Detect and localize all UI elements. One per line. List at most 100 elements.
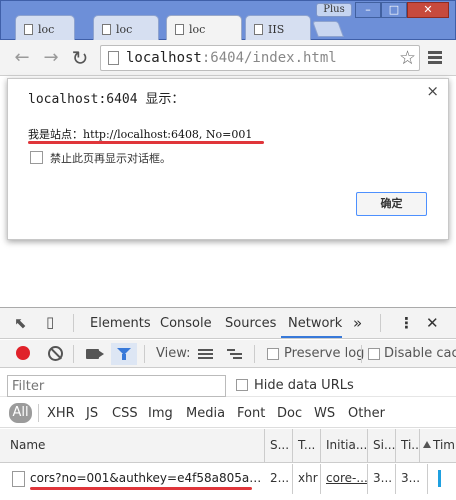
column-time[interactable]: Ti... (396, 429, 420, 463)
column-type[interactable]: T... (293, 429, 321, 463)
browser-toolbar: ← → ↻ localhost:6404/index.html ☆ (0, 40, 456, 76)
tab-label: loc (38, 22, 55, 36)
browser-tab-3-active[interactable]: loc (166, 15, 242, 42)
active-tab-indicator (281, 336, 342, 338)
network-toolbar: View: Preserve log Disable cac (0, 340, 456, 368)
waterfall-bar (438, 470, 441, 487)
suppress-dialogs-label: 禁止此页再显示对话框。 (50, 152, 171, 165)
page-icon (254, 23, 263, 35)
table-row[interactable]: cors?no=001&authkey=e4f58a805a6e1fd... 2… (0, 464, 456, 494)
overview-icon[interactable] (227, 349, 242, 359)
separator (380, 314, 381, 332)
alert-dialog: localhost:6404 显示： × 我是站点：http://localho… (7, 78, 449, 240)
dialog-close-icon[interactable]: × (426, 82, 439, 100)
disable-cache-label: Disable cac (384, 346, 456, 361)
minimize-button[interactable]: – (355, 2, 381, 18)
column-size[interactable]: Si... (368, 429, 396, 463)
large-rows-icon[interactable] (198, 349, 213, 359)
browser-title-bar: loc loc loc IIS Plus – □ ✕ (0, 0, 456, 42)
filter-toggle-button[interactable] (111, 343, 137, 365)
suppress-dialogs-checkbox[interactable] (30, 151, 43, 164)
url-host: localhost (126, 50, 202, 66)
separator (38, 404, 39, 422)
column-name[interactable]: Name (5, 429, 265, 463)
separator (361, 345, 362, 363)
separator (254, 345, 255, 363)
type-filter-font[interactable]: Font (237, 406, 265, 421)
hide-data-urls-checkbox[interactable] (236, 379, 248, 391)
device-toolbar-icon[interactable]: ▯ (46, 313, 54, 331)
devtools-close-icon[interactable]: ✕ (426, 314, 439, 332)
forward-arrow-icon[interactable]: → (40, 47, 62, 69)
type-filter-other[interactable]: Other (348, 406, 385, 421)
new-tab-button[interactable] (312, 21, 344, 37)
disable-cache-checkbox[interactable] (368, 348, 380, 360)
capture-screenshots-icon[interactable] (86, 349, 104, 359)
request-type: xhr (293, 464, 321, 494)
red-underline-annotation (28, 141, 264, 144)
browser-tab-2[interactable]: loc (93, 15, 159, 42)
devtools-panel: ⬉ ▯ Elements Console Sources Network » ⋮… (0, 307, 456, 500)
tab-console[interactable]: Console (160, 316, 212, 331)
column-timeline[interactable]: Tim (428, 429, 456, 463)
separator (73, 345, 74, 363)
page-icon (24, 23, 33, 35)
reload-icon[interactable]: ↻ (69, 47, 91, 69)
browser-tab-1[interactable]: loc (15, 15, 75, 42)
browser-menu-icon[interactable] (428, 51, 442, 66)
type-filter-img[interactable]: Img (148, 406, 173, 421)
tab-label: loc (189, 22, 206, 36)
address-bar[interactable]: localhost:6404/index.html ☆ (100, 45, 420, 71)
type-filter-xhr[interactable]: XHR (47, 406, 75, 421)
browser-tab-4[interactable]: IIS (245, 15, 311, 42)
url-path: :6404/index.html (201, 50, 337, 66)
column-status[interactable]: S... (265, 429, 293, 463)
type-filter-all[interactable]: All (9, 403, 32, 423)
request-initiator-link[interactable]: core-... (321, 464, 368, 494)
type-filter-css[interactable]: CSS (112, 406, 138, 421)
back-arrow-icon[interactable]: ← (11, 47, 33, 69)
more-tabs-icon[interactable]: » (353, 314, 362, 332)
tab-sources[interactable]: Sources (225, 316, 276, 331)
page-icon (102, 23, 111, 35)
hide-data-urls-label: Hide data URLs (254, 378, 354, 393)
filter-row: Hide data URLs (0, 369, 456, 397)
type-filter-media[interactable]: Media (186, 406, 225, 421)
resource-type-filters: All XHR JS CSS Img Media Font Doc WS Oth… (0, 398, 456, 428)
tab-elements[interactable]: Elements (90, 316, 151, 331)
clear-icon[interactable] (48, 346, 63, 361)
request-name[interactable]: cors?no=001&authkey=e4f58a805a6e1fd... (30, 471, 264, 485)
view-label: View: (156, 346, 191, 361)
funnel-stem (122, 354, 126, 360)
request-status: 2... (265, 464, 293, 494)
close-window-button[interactable]: ✕ (407, 2, 449, 18)
file-icon (12, 471, 25, 487)
devtools-tab-bar: ⬉ ▯ Elements Console Sources Network » ⋮… (0, 308, 456, 339)
page-info-icon[interactable] (108, 51, 119, 65)
request-time: 3... (396, 464, 428, 494)
maximize-button[interactable]: □ (381, 2, 407, 18)
column-initiator[interactable]: Initia... (321, 429, 368, 463)
ok-button[interactable]: 确定 (356, 192, 427, 216)
bookmark-star-icon[interactable]: ☆ (399, 47, 416, 69)
inspect-element-icon[interactable]: ⬉ (14, 314, 27, 332)
tab-label: IIS (268, 22, 285, 36)
tab-network[interactable]: Network (288, 316, 342, 331)
tab-label: loc (116, 22, 133, 36)
separator (144, 345, 145, 363)
type-filter-ws[interactable]: WS (314, 406, 335, 421)
filter-input[interactable] (7, 375, 226, 397)
type-filter-doc[interactable]: Doc (277, 406, 302, 421)
preserve-log-checkbox[interactable] (267, 348, 279, 360)
separator (73, 314, 74, 332)
page-icon (175, 23, 184, 35)
red-underline-annotation (30, 487, 252, 490)
window-controls: – □ ✕ (355, 2, 449, 18)
devtools-menu-icon[interactable]: ⋮ (399, 314, 414, 332)
request-size: 3... (368, 464, 396, 494)
dialog-title: localhost:6404 显示： (28, 92, 185, 107)
dialog-message: 我是站点：http://localhost:6408, No=001 (28, 128, 253, 141)
type-filter-js[interactable]: JS (86, 406, 98, 421)
record-icon[interactable] (16, 346, 30, 360)
address-url: localhost:6404/index.html (126, 50, 337, 66)
